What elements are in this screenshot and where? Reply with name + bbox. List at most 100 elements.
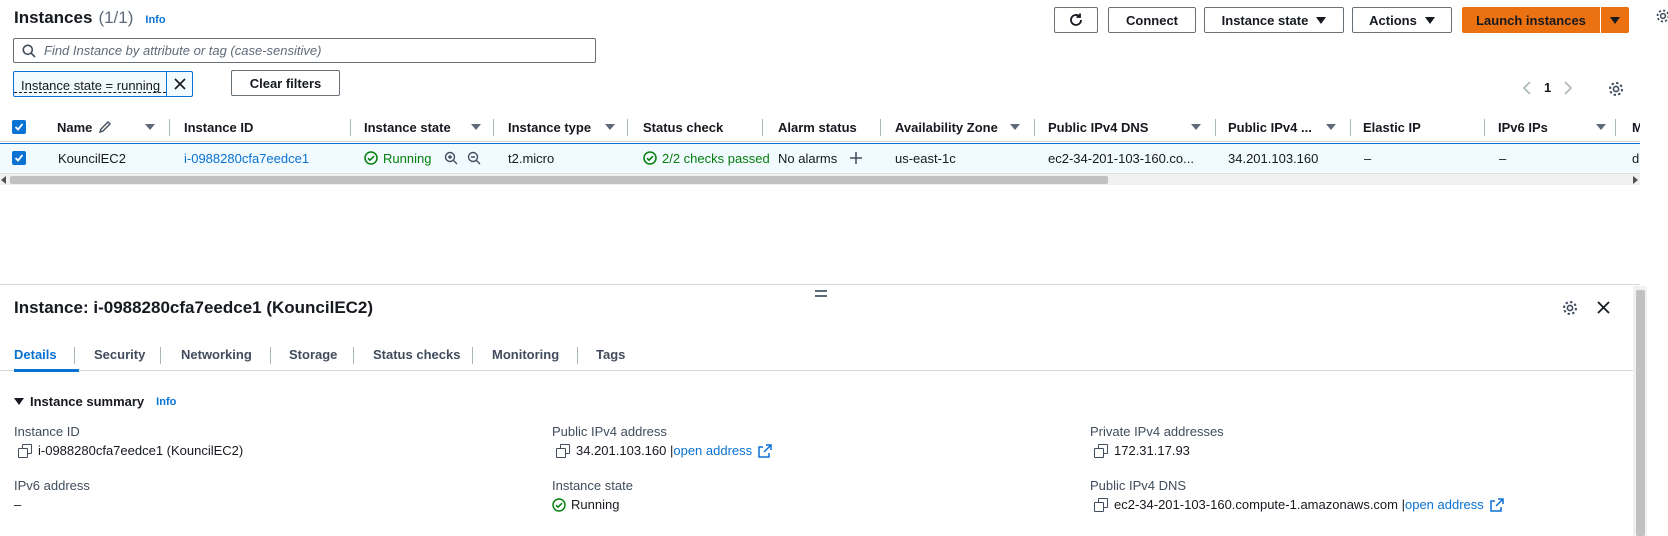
launch-instances-button[interactable]: Launch instances [1462,7,1600,33]
row-checkbox[interactable] [12,144,26,172]
select-all-checkbox[interactable] [12,112,32,142]
col-alarm-status[interactable]: Alarm status [778,112,881,142]
table-header: Name Instance ID Instance state Instance… [0,112,1640,142]
open-address-link[interactable]: open address [673,443,752,458]
caret-down-icon [14,398,24,405]
col-status-check[interactable]: Status check [643,112,763,142]
page-title: Instances (1/1) Info [14,8,166,28]
refresh-button[interactable] [1054,7,1098,33]
refresh-icon [1068,12,1084,28]
instance-summary-toggle[interactable]: Instance summary Info [14,394,176,409]
details-title: Instance: i-0988280cfa7eedce1 (KouncilEC… [14,298,374,317]
connect-button[interactable]: Connect [1108,7,1196,33]
instance-state-label: Instance state [1221,12,1309,28]
details-settings-button[interactable] [1562,300,1578,316]
filter-token: Instance state = running [13,71,194,97]
check-circle-icon [364,151,378,165]
prev-page-icon[interactable] [1522,80,1532,95]
close-icon [1597,301,1610,314]
caret-down-icon [1424,16,1435,24]
caret-down-icon [1316,16,1327,24]
scroll-right-icon[interactable] [1633,176,1638,184]
col-availability-zone[interactable]: Availability Zone [895,112,1035,142]
col-public-ip[interactable]: Public IPv4 ... [1228,112,1351,142]
scrollbar-thumb[interactable] [1636,290,1645,536]
table-settings-button[interactable] [1608,81,1624,97]
actions-button[interactable]: Actions [1352,7,1452,33]
col-instance-id[interactable]: Instance ID [184,112,351,142]
copy-icon[interactable] [1094,443,1108,458]
scroll-left-icon[interactable] [1,176,6,184]
gear-icon [1609,82,1623,96]
field-label-instance-state: Instance state [552,478,633,493]
page-number[interactable]: 1 [1544,80,1551,95]
panel-resize-handle[interactable] [815,290,827,300]
info-link[interactable]: Info [145,14,165,26]
col-name[interactable]: Name [57,112,170,142]
cell-more: dis [1632,150,1640,166]
col-public-dns[interactable]: Public IPv4 DNS [1048,112,1216,142]
tab-monitoring[interactable]: Monitoring [492,338,559,371]
remove-filter-button[interactable] [166,72,192,96]
col-elastic-ip[interactable]: Elastic IP [1363,112,1485,142]
tab-tags[interactable]: Tags [596,338,625,371]
cell-public-ip: 34.201.103.160 [1228,150,1319,166]
col-more[interactable]: Mo [1632,112,1640,142]
cell-status-check: 2/2 checks passed [643,144,770,172]
filter-token-text[interactable]: Instance state = running [14,74,167,93]
sort-icon [1596,124,1606,130]
zoom-out-icon [468,151,481,165]
launch-dropdown-button[interactable] [1601,7,1629,33]
instance-state-button[interactable]: Instance state [1204,7,1344,33]
tab-networking[interactable]: Networking [181,338,252,371]
cell-name: KouncilEC2 [58,150,126,166]
instances-list-panel: Instances (1/1) Info Connect Instance st… [0,0,1640,285]
tab-storage[interactable]: Storage [289,338,337,371]
copy-icon[interactable] [1094,497,1108,512]
cell-instance-state: Running [364,144,481,172]
copy-icon[interactable] [18,443,32,458]
field-value-private-ip: 172.31.17.93 [1094,443,1190,458]
actions-label: Actions [1369,12,1417,28]
copy-icon[interactable] [556,443,570,458]
table-row[interactable]: KouncilEC2 i-0988280cfa7eedce1 Running t… [0,143,1640,172]
field-label-instance-id: Instance ID [14,424,80,439]
instances-table: Name Instance ID Instance state Instance… [0,112,1640,172]
external-link-icon [758,443,772,458]
sort-icon [145,124,155,130]
page-title-text: Instances [14,8,93,27]
cell-alarm-status: No alarms [778,144,863,172]
horizontal-scrollbar[interactable] [0,173,1640,185]
cell-elastic-ip: – [1364,150,1372,166]
field-label-ipv6: IPv6 address [14,478,90,493]
vertical-scrollbar[interactable] [1633,286,1647,536]
edit-icon [99,121,112,134]
open-address-link[interactable]: open address [1405,497,1484,512]
cell-instance-id-link[interactable]: i-0988280cfa7eedce1 [184,144,309,172]
scrollbar-thumb[interactable] [10,176,1108,184]
col-ipv6[interactable]: IPv6 IPs [1498,112,1616,142]
field-label-private-ip: Private IPv4 addresses [1090,424,1224,439]
sort-icon [1010,124,1020,130]
tab-security[interactable]: Security [94,338,145,371]
info-link[interactable]: Info [156,396,176,408]
tab-details[interactable]: Details [14,338,79,372]
col-instance-type[interactable]: Instance type [508,112,628,142]
clear-filters-button[interactable]: Clear filters [231,70,340,96]
instance-details-panel: Instance: i-0988280cfa7eedce1 (KouncilEC… [0,286,1633,536]
add-alarm-icon[interactable] [849,151,863,165]
search-icon [22,44,36,58]
check-circle-icon [552,497,566,512]
close-details-button[interactable] [1596,300,1611,315]
field-value-instance-state: Running [552,497,619,512]
tab-status-checks[interactable]: Status checks [373,338,460,371]
search-input[interactable] [44,43,564,58]
cell-availability-zone: us-east-1c [895,150,956,166]
search-field[interactable] [13,38,596,63]
sort-icon [1326,124,1336,130]
zoom-in-icon [445,151,458,165]
col-instance-state[interactable]: Instance state [364,112,494,142]
next-page-icon[interactable] [1563,80,1573,95]
sort-icon [471,124,481,130]
gear-icon[interactable] [1655,8,1668,24]
